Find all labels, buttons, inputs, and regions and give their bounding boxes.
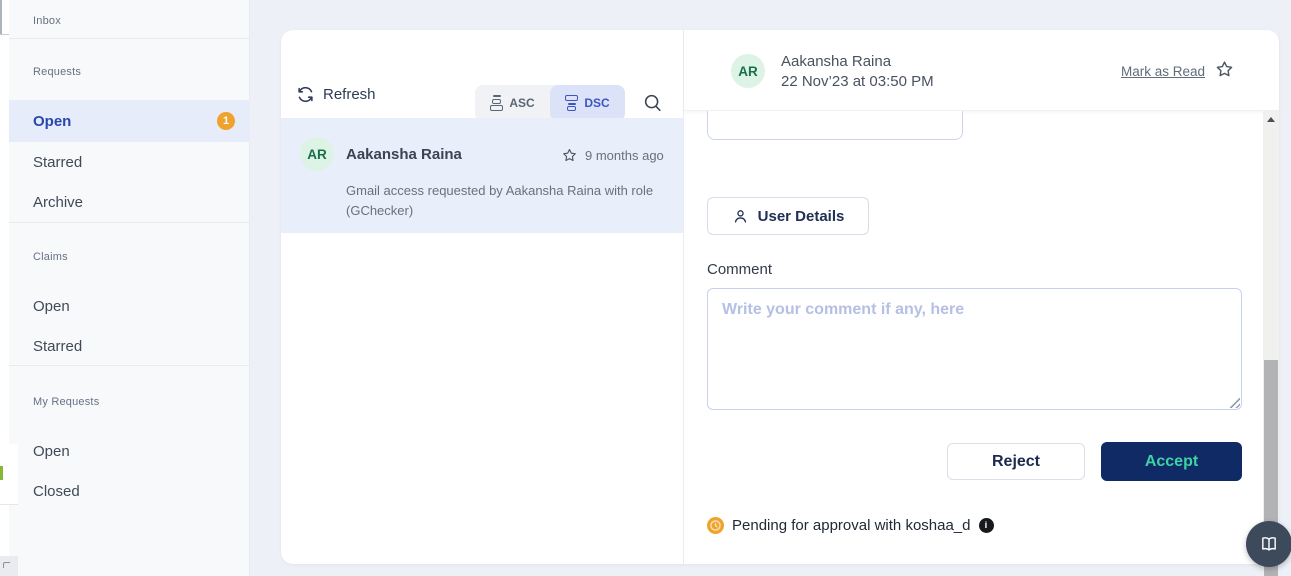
sidebar-item-claims-open[interactable]: Open	[9, 286, 250, 326]
pending-clock-icon	[707, 517, 724, 534]
comment-input[interactable]	[707, 288, 1242, 410]
sidebar-section-claims: Claims	[33, 251, 68, 263]
unread-count-badge: 1	[217, 112, 235, 130]
reject-button[interactable]: Reject	[947, 443, 1085, 480]
sidebar-item-label: Archive	[33, 194, 83, 211]
sidebar: Inbox Requests Open 1 Starred Archive Cl…	[9, 0, 250, 576]
status-text: Pending for approval with koshaa_d	[732, 517, 971, 534]
sidebar-item-my-requests-closed[interactable]: Closed	[9, 471, 250, 511]
main-card: Refresh ASC DSC	[281, 30, 1279, 564]
search-button[interactable]	[643, 93, 663, 113]
sidebar-divider	[9, 365, 250, 366]
accept-button[interactable]: Accept	[1101, 442, 1242, 481]
refresh-button[interactable]: Refresh	[297, 86, 376, 103]
requester-name: Aakansha Raina	[346, 146, 462, 163]
sort-descending-icon	[565, 95, 578, 111]
search-icon	[643, 93, 663, 113]
star-button[interactable]	[561, 147, 578, 169]
request-list-item[interactable]: AR Aakansha Raina 9 months ago Gmail acc…	[281, 118, 683, 233]
sidebar-item-label: Closed	[33, 483, 80, 500]
sort-toggle-group: ASC DSC	[475, 85, 625, 121]
scrolled-field-fragment[interactable]	[707, 111, 963, 140]
sidebar-item-label: Starred	[33, 154, 82, 171]
request-time-ago: 9 months ago	[585, 148, 664, 163]
request-preview-text: Gmail access requested by Aakansha Raina…	[346, 181, 658, 221]
sidebar-section-requests: Requests	[33, 66, 81, 78]
detail-header: AR Aakansha Raina 22 Nov’23 at 03:50 PM …	[684, 30, 1279, 111]
star-icon	[561, 147, 578, 164]
sort-asc-label: ASC	[509, 96, 534, 110]
sidebar-item-label: Starred	[33, 338, 82, 355]
person-icon	[732, 208, 749, 225]
sort-desc-button[interactable]: DSC	[550, 85, 625, 121]
request-timestamp: 22 Nov’23 at 03:50 PM	[781, 73, 934, 90]
mark-as-read-link[interactable]: Mark as Read	[1121, 64, 1205, 79]
vertical-scrollbar[interactable]	[1263, 111, 1279, 576]
info-icon[interactable]: i	[979, 518, 994, 533]
detail-body: User Details Comment Reject Accept Pendi…	[684, 111, 1279, 564]
user-details-label: User Details	[758, 208, 845, 225]
user-details-button[interactable]: User Details	[707, 197, 869, 235]
docs-floating-button[interactable]	[1246, 521, 1291, 567]
requester-name: Aakansha Raina	[781, 53, 891, 70]
sort-ascending-icon	[490, 95, 503, 111]
comment-label: Comment	[707, 261, 772, 278]
sidebar-item-requests-starred[interactable]: Starred	[9, 142, 250, 182]
avatar: AR	[731, 54, 765, 88]
avatar: AR	[300, 137, 334, 171]
scroll-up-button[interactable]	[1263, 111, 1279, 128]
request-list-panel: Refresh ASC DSC	[281, 30, 683, 564]
screen-edge-glyph	[3, 562, 10, 568]
sidebar-item-label: Open	[33, 113, 71, 130]
request-detail-panel: AR Aakansha Raina 22 Nov’23 at 03:50 PM …	[684, 30, 1279, 564]
sidebar-item-requests-open[interactable]: Open 1	[9, 100, 250, 142]
star-button[interactable]	[1214, 59, 1235, 85]
refresh-label: Refresh	[323, 86, 376, 103]
app-screen: Inbox Requests Open 1 Starred Archive Cl…	[0, 0, 1291, 576]
screen-edge-line	[0, 0, 2, 34]
sidebar-divider	[9, 222, 250, 223]
sidebar-item-label: Open	[33, 443, 70, 460]
triangle-up-icon	[1267, 117, 1275, 122]
refresh-icon	[297, 86, 314, 103]
sidebar-section-my-requests: My Requests	[33, 396, 99, 408]
star-icon	[1214, 59, 1235, 80]
approval-status: Pending for approval with koshaa_d i	[707, 517, 994, 534]
screen-edge-line	[0, 34, 9, 35]
sidebar-divider	[9, 38, 250, 39]
sidebar-item-claims-starred[interactable]: Starred	[9, 326, 250, 366]
sidebar-item-my-requests-open[interactable]: Open	[9, 431, 250, 471]
sort-desc-label: DSC	[584, 96, 609, 110]
sidebar-item-label: Open	[33, 298, 70, 315]
sort-asc-button[interactable]: ASC	[475, 85, 550, 121]
sidebar-item-requests-archive[interactable]: Archive	[9, 182, 250, 222]
sidebar-section-inbox: Inbox	[33, 15, 61, 27]
screen-edge-green-mark	[0, 466, 3, 480]
open-book-icon	[1259, 534, 1279, 554]
